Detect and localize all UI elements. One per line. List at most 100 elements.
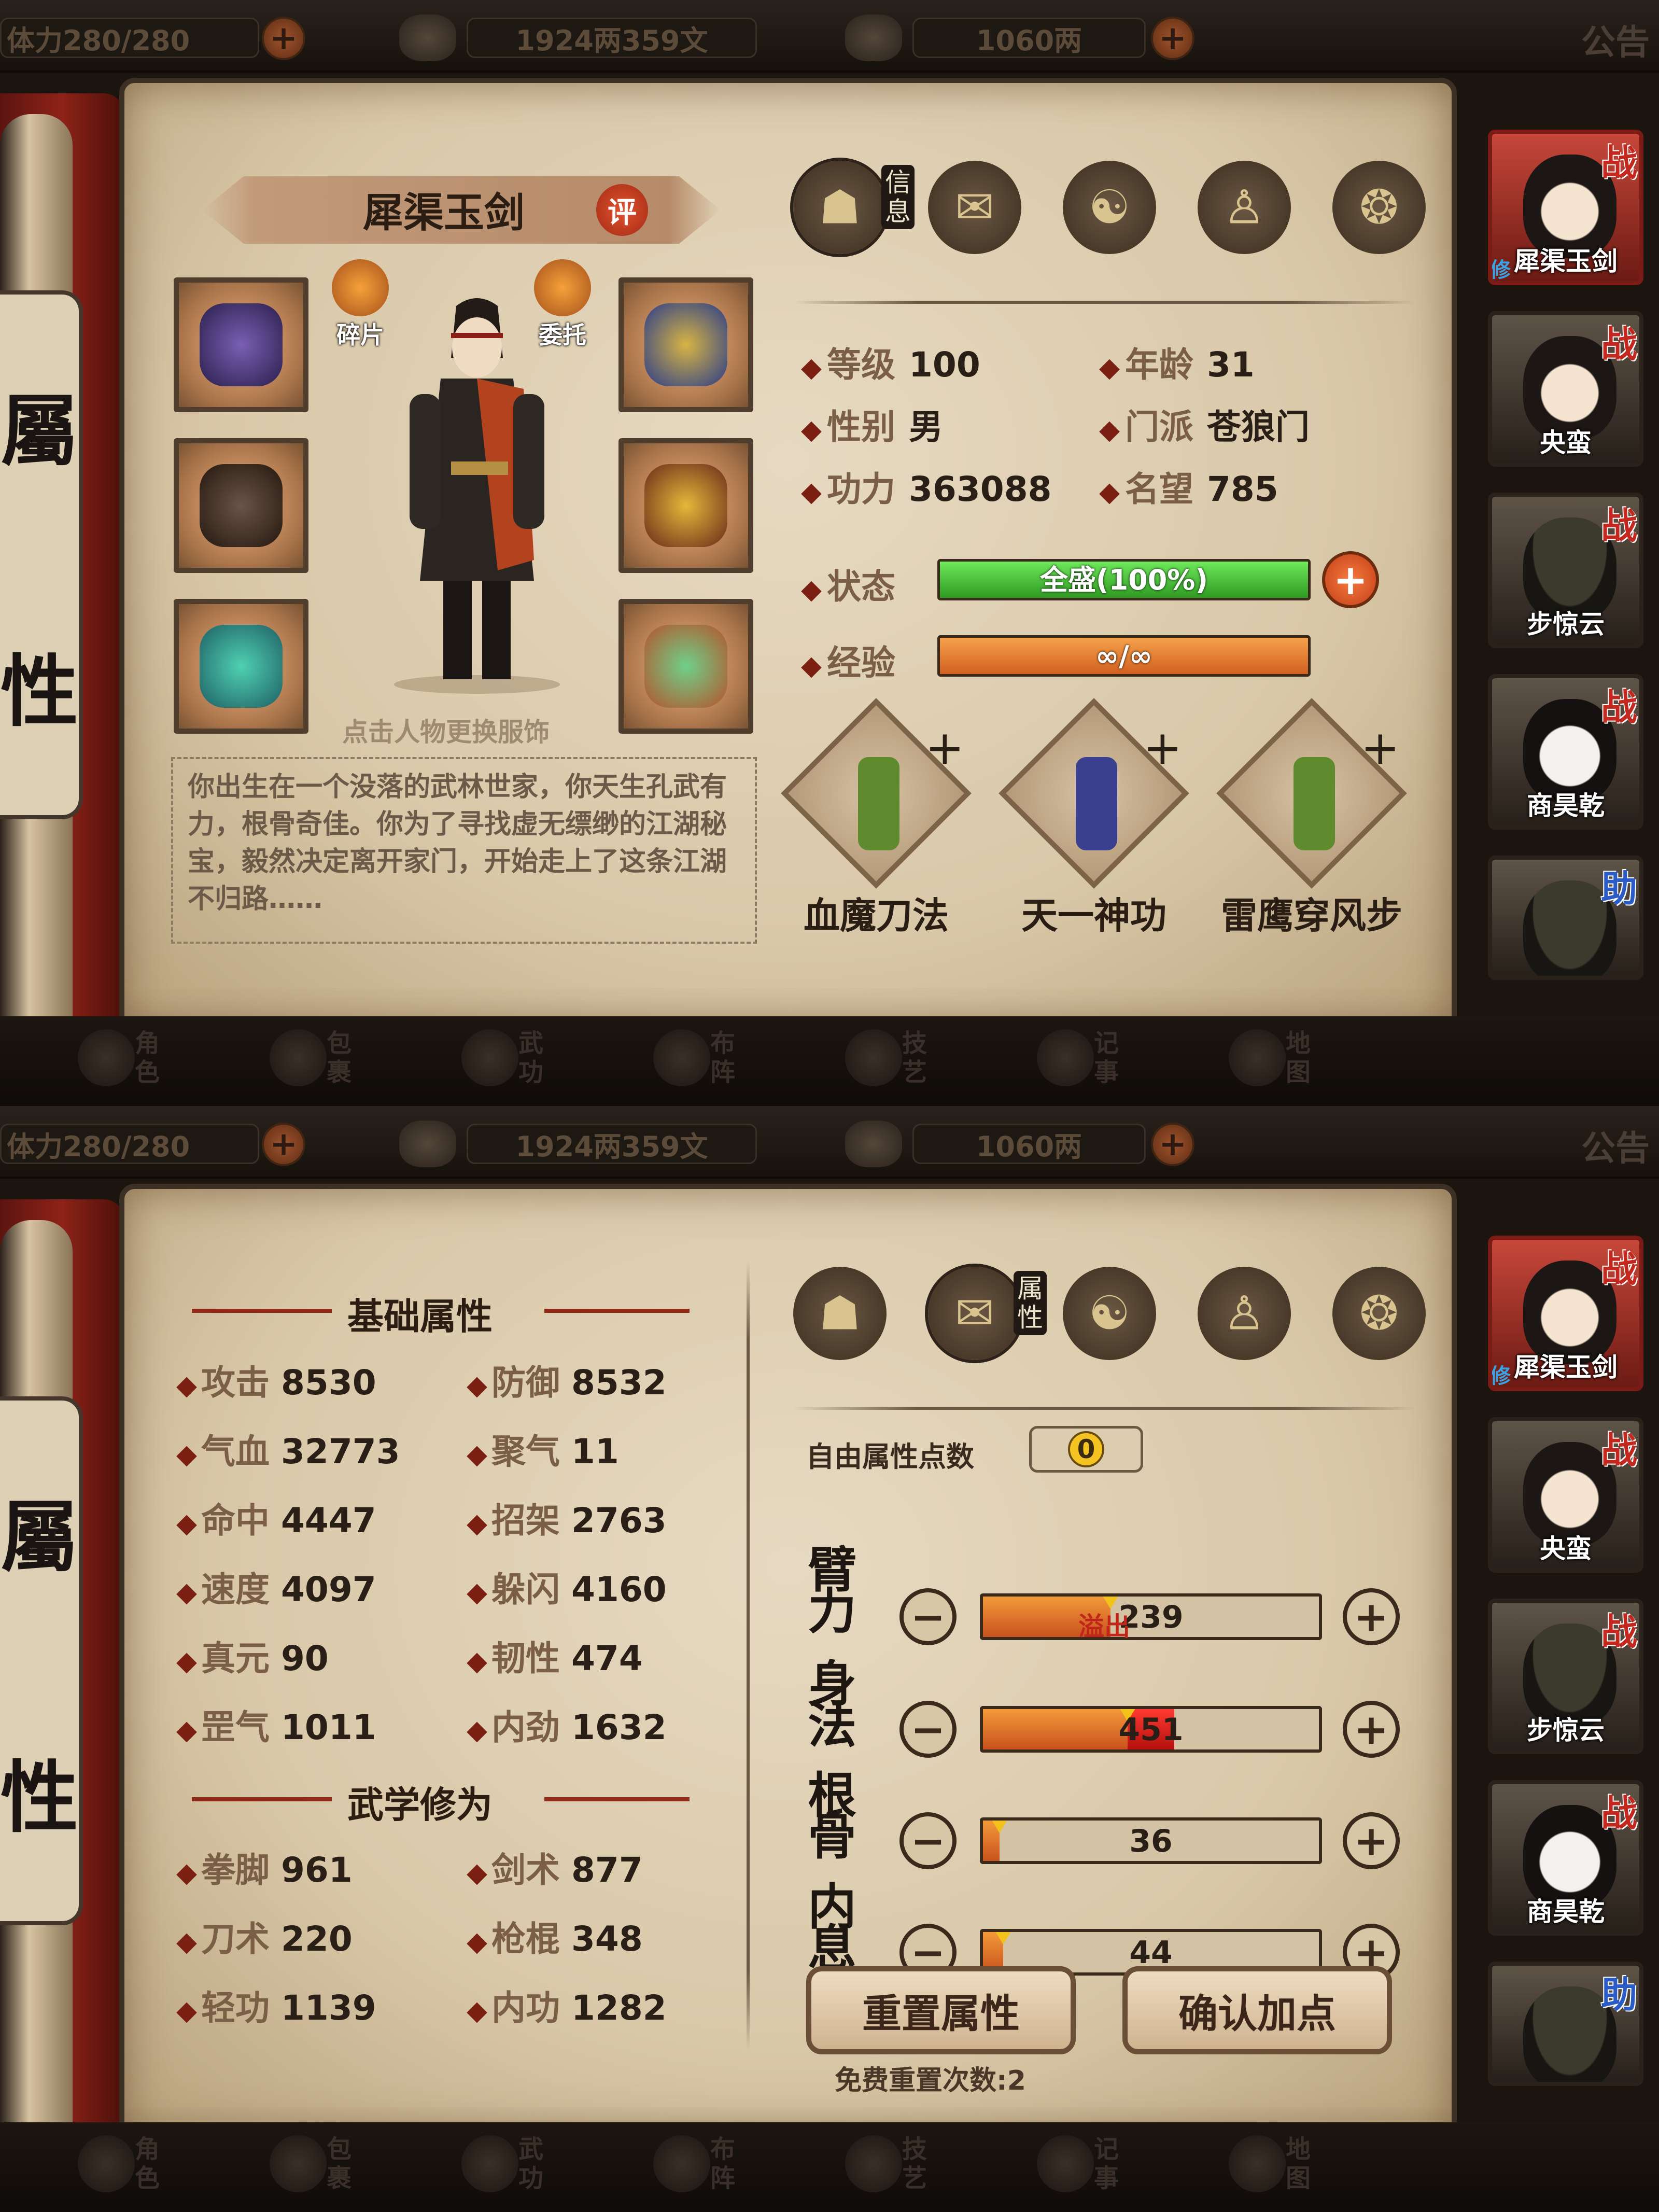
nav-map[interactable]: 地图 — [1229, 2130, 1332, 2197]
attribute-side-tab[interactable]: 屬 性 — [0, 1396, 83, 1925]
side-tab-char: 屬 — [0, 1491, 78, 1583]
restore-status-button[interactable]: + — [1322, 551, 1379, 608]
skill-slot[interactable]: + 雷鹰穿风步 — [1203, 698, 1421, 939]
battle-badge: 战 — [1601, 686, 1637, 729]
rate-button[interactable]: 评 — [596, 184, 648, 236]
skill-slot[interactable]: + 血魔刀法 — [767, 698, 985, 939]
roster-hero-name: 步惊云 — [1527, 609, 1605, 639]
roster-hero-card[interactable]: 战犀渠玉剑修 — [1488, 130, 1643, 285]
roster-hero-card[interactable]: 战商昊乾 — [1488, 674, 1643, 830]
attr-parry: ◆ 招架 2763 — [467, 1501, 667, 1541]
tab-attributes[interactable]: ✉ — [928, 161, 1021, 254]
minus-constitution-button[interactable]: − — [899, 1812, 957, 1869]
nav-label: 包裹 — [327, 2135, 352, 2193]
resource-bar: 体力280/280 + 1924两359文 1060两 + 公告 — [0, 1106, 1659, 1179]
plus-agility-button[interactable]: + — [1343, 1701, 1400, 1758]
equip-slot-weapon[interactable] — [174, 438, 308, 573]
skill-icon — [845, 2135, 902, 2192]
plus-strength-button[interactable]: + — [1343, 1588, 1400, 1645]
tab-jade[interactable]: ❂ — [1332, 1267, 1426, 1360]
change-outfit-hint: 点击人物更换服饰 — [342, 717, 550, 747]
roster-hero-name: 商昊乾 — [1527, 791, 1605, 821]
roster-hero-card[interactable]: 战央蛮 — [1488, 311, 1643, 467]
equip-slot-armor[interactable] — [618, 438, 753, 573]
hero-figure[interactable] — [378, 290, 575, 695]
equip-slot-amulet[interactable] — [618, 599, 753, 734]
nav-bag[interactable]: 包裹 — [270, 1024, 373, 1091]
add-gold-button[interactable]: + — [1151, 1123, 1194, 1166]
tab-formation[interactable]: ☯ — [1063, 1267, 1156, 1360]
gold-icon — [845, 15, 902, 61]
nav-label: 包裹 — [327, 1029, 352, 1087]
tab-formation[interactable]: ☯ — [1063, 161, 1156, 254]
nav-martial[interactable]: 武功 — [461, 1024, 565, 1091]
reset-attributes-button[interactable]: 重置属性 — [806, 1966, 1076, 2054]
notice-button[interactable]: 公告 — [1581, 15, 1650, 64]
nav-label: 布阵 — [710, 1029, 736, 1087]
ingot-icon — [399, 15, 456, 61]
notice-button[interactable]: 公告 — [1581, 1121, 1650, 1170]
tab-info[interactable]: ☗ — [793, 161, 887, 254]
add-stamina-button[interactable]: + — [262, 1123, 305, 1166]
add-stamina-button[interactable]: + — [262, 17, 305, 60]
bagua-icon: ☯ — [1088, 1286, 1131, 1341]
amulet-icon — [644, 625, 727, 708]
nav-martial[interactable]: 武功 — [461, 2130, 565, 2197]
nav-skill[interactable]: 技艺 — [845, 1024, 949, 1091]
exp-label: ◆ 经验 — [801, 643, 895, 683]
roster-hero-card[interactable]: 战央蛮 — [1488, 1417, 1643, 1573]
roster-hero-card[interactable]: 助 — [1488, 856, 1643, 980]
money-display: 1924两359文 — [467, 18, 757, 58]
nav-journal[interactable]: 记事 — [1037, 1024, 1141, 1091]
nav-character[interactable]: 角色 — [78, 2130, 181, 2197]
info-tabs: ☗ 信息 ✉ ☯ ♙ ❂ — [793, 161, 1431, 259]
gold-display: 1060两 — [912, 18, 1146, 58]
nav-label: 角色 — [135, 2135, 160, 2193]
tab-jade[interactable]: ❂ — [1332, 161, 1426, 254]
add-gold-button[interactable]: + — [1151, 17, 1194, 60]
equip-slot-helmet[interactable] — [174, 277, 308, 412]
belt-icon — [644, 303, 727, 386]
plus-constitution-button[interactable]: + — [1343, 1812, 1400, 1869]
attr-defense: ◆ 防御 8532 — [467, 1363, 667, 1403]
agility-bar: 451 — [980, 1706, 1322, 1753]
roster-hero-card[interactable]: 助 — [1488, 1962, 1643, 2086]
nav-formation[interactable]: 布阵 — [653, 1024, 757, 1091]
helmet-icon — [200, 303, 283, 386]
roster-hero-card[interactable]: 战步惊云 — [1488, 1599, 1643, 1754]
minus-agility-button[interactable]: − — [899, 1701, 957, 1758]
minus-strength-button[interactable]: − — [899, 1588, 957, 1645]
nav-label: 记事 — [1094, 1029, 1119, 1087]
free-reset-count: 免费重置次数:2 — [835, 2065, 1026, 2096]
confirm-points-button[interactable]: 确认加点 — [1122, 1966, 1392, 2054]
roster-hero-name: 央蛮 — [1540, 428, 1592, 458]
equip-slot-ring[interactable] — [174, 599, 308, 734]
nav-skill[interactable]: 技艺 — [845, 2130, 949, 2197]
battle-badge: 战 — [1601, 1611, 1637, 1653]
body-icon: ♙ — [1223, 1286, 1266, 1341]
battle-badge: 战 — [1601, 505, 1637, 547]
martial-book-icon — [461, 1029, 518, 1086]
hero-description: 你出生在一个没落的武林世家，你天生孔武有力，根骨奇佳。你为了寻找虚无缥缈的江湖秘… — [171, 757, 757, 944]
nav-bag[interactable]: 包裹 — [270, 2130, 373, 2197]
nav-map[interactable]: 地图 — [1229, 1024, 1332, 1091]
equip-slot-belt[interactable] — [618, 277, 753, 412]
tab-info[interactable]: ☗ — [793, 1267, 887, 1360]
nav-journal[interactable]: 记事 — [1037, 2130, 1141, 2197]
attribute-side-tab[interactable]: 屬 性 — [0, 290, 83, 819]
nav-character[interactable]: 角色 — [78, 1024, 181, 1091]
roster-hero-card[interactable]: 战步惊云 — [1488, 493, 1643, 648]
hero-name: 犀渠玉剑 — [363, 189, 525, 236]
cultivate-tag: 修 — [1490, 258, 1511, 282]
nav-formation[interactable]: 布阵 — [653, 2130, 757, 2197]
character-info-screen: 体力280/280 + 1924两359文 1060两 + 公告 屬 性 犀渠玉… — [0, 0, 1659, 1106]
attr-speed: ◆ 速度 4097 — [176, 1570, 376, 1609]
body-icon: ♙ — [1223, 180, 1266, 235]
tab-meridian[interactable]: ♙ — [1198, 1267, 1291, 1360]
skill-slot[interactable]: + 天一神功 — [985, 698, 1203, 939]
roster-hero-card[interactable]: 战商昊乾 — [1488, 1780, 1643, 1936]
roster-hero-card[interactable]: 战犀渠玉剑修 — [1488, 1236, 1643, 1391]
nav-label: 武功 — [518, 1029, 544, 1087]
tab-meridian[interactable]: ♙ — [1198, 161, 1291, 254]
tab-attributes[interactable]: ✉ — [928, 1267, 1021, 1360]
